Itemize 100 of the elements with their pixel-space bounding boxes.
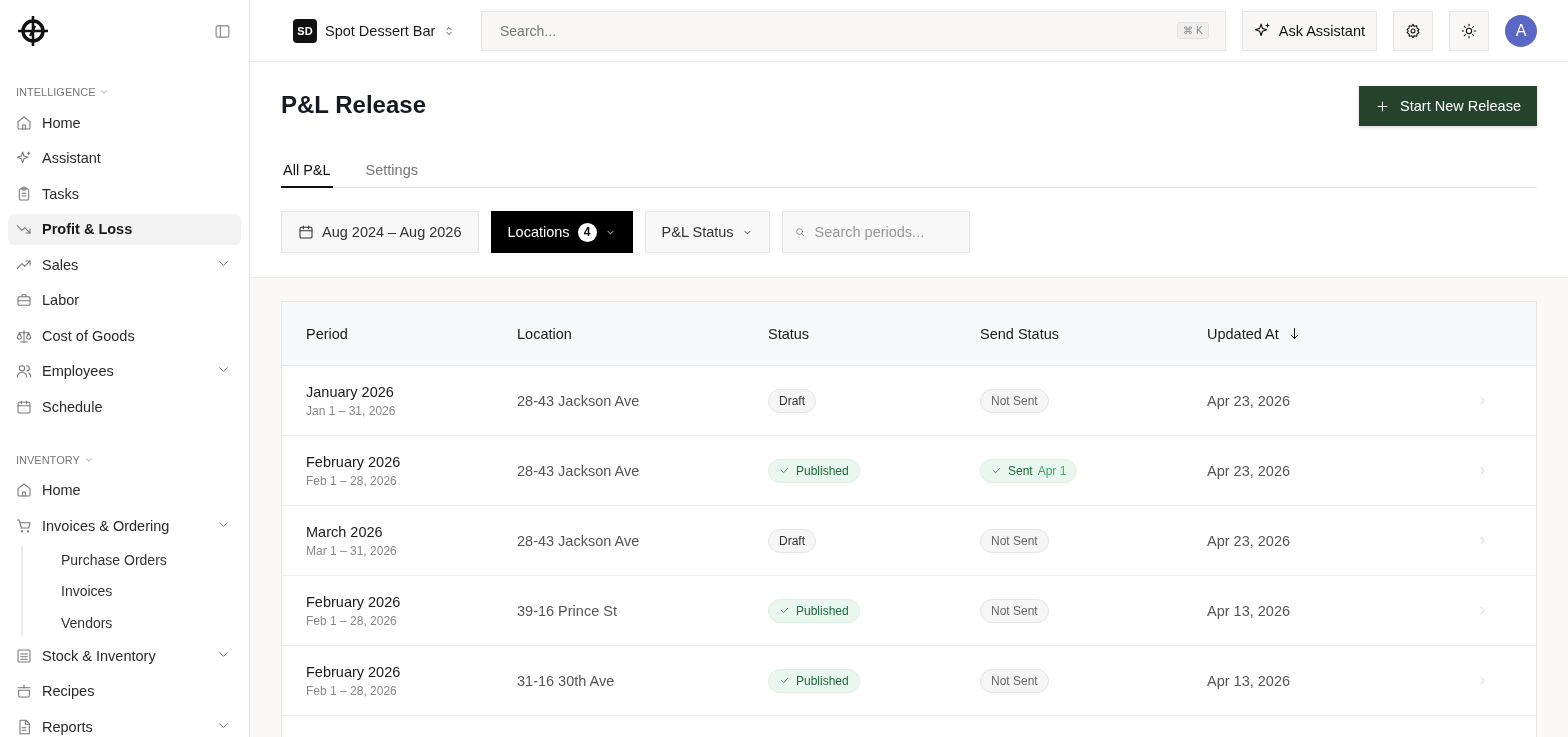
- tab[interactable]: Settings: [363, 153, 420, 188]
- period-name: February 2026: [306, 593, 402, 610]
- updated-at-cell-text: Apr 23, 2026: [1207, 392, 1292, 409]
- user-avatar[interactable]: A: [1505, 14, 1537, 47]
- chevron-down-icon: [99, 87, 110, 97]
- section-label: INTELLIGENCE: [16, 86, 96, 98]
- page-title: P&L Release: [281, 91, 426, 119]
- sidebar-item[interactable]: Assistant: [8, 142, 241, 174]
- updated-at-cell-text: Apr 13, 2026: [1207, 602, 1292, 619]
- table-row[interactable]: March 2026 Mar 1 – 31, 2026 28-43 Jackson Ave Draft Not Sent Apr 23, 2026: [282, 506, 1536, 576]
- sidebar-item[interactable]: Employees: [8, 355, 241, 387]
- calendar-icon: [298, 224, 314, 240]
- sidebar-item[interactable]: Cost of Goods: [8, 320, 241, 351]
- column-header[interactable]: Updated At: [1207, 325, 1279, 342]
- sidebar-subitem[interactable]: Invoices: [23, 577, 241, 604]
- sidebar-panel-icon: [214, 22, 231, 40]
- sidebar-subitem[interactable]: Purchase Orders: [23, 545, 241, 573]
- period-range: Feb 1 – 28, 2026: [306, 613, 398, 628]
- sidebar-item[interactable]: Stock & Inventory: [8, 640, 241, 671]
- sidebar-item[interactable]: Reports: [8, 711, 241, 737]
- sidebar-item[interactable]: Home: [8, 474, 241, 506]
- status-badge: Published: [768, 458, 860, 483]
- search-input[interactable]: Search...: [498, 21, 1178, 40]
- sidebar-item[interactable]: Recipes: [8, 675, 241, 707]
- calendar-icon: [16, 398, 32, 415]
- table-row[interactable]: February 2026 Feb 1 – 28, 2026 31-16 30th Ave Published Not Sent Apr 13, 2026: [282, 646, 1536, 716]
- sun-icon: [1461, 22, 1477, 39]
- period-search-field[interactable]: Search periods...: [781, 211, 970, 253]
- location-cell-text: 28-43 Jackson Ave: [517, 462, 641, 479]
- cart-icon: [16, 517, 32, 534]
- period-name: January 2026: [306, 383, 395, 400]
- updated-at-cell-text: Apr 23, 2026: [1207, 462, 1292, 479]
- updated-at-cell-text: Apr 13, 2026: [1207, 672, 1292, 689]
- sidebar-item[interactable]: Labor: [8, 284, 241, 316]
- column-header[interactable]: Location: [517, 325, 572, 342]
- section-label: INVENTORY: [16, 453, 80, 466]
- location-cell-text: 39-16 Prince St: [517, 602, 618, 619]
- column-header[interactable]: Send Status: [980, 325, 1059, 342]
- sent-date: Apr 1: [1037, 463, 1067, 478]
- sidebar-item[interactable]: Tasks: [8, 178, 241, 209]
- table-row[interactable]: February 2026 Feb 1 – 28, 2026 39-16 Prince St Published Not Sent Apr 13, 2026: [282, 576, 1536, 646]
- table-row[interactable]: February 2026 Feb 1 – 28, 2026 28-43 Jackson Ave Published Sent Apr 1 Apr 23, 2026: [282, 436, 1536, 506]
- plus-icon: [1375, 98, 1391, 114]
- house-icon: [16, 114, 32, 131]
- send-status-badge: Not Sent: [980, 668, 1049, 693]
- location-cell-text: 31-16 30th Ave: [517, 672, 616, 689]
- briefcase-icon: [16, 292, 32, 308]
- tab[interactable]: All P&L: [281, 153, 333, 188]
- location-cell-text: 28-43 Jackson Ave: [517, 392, 641, 409]
- check-icon: [779, 465, 790, 476]
- send-status-badge: Not Sent: [980, 528, 1049, 553]
- status-badge: Draft: [768, 528, 816, 553]
- status-badge: Published: [768, 598, 860, 623]
- sidebar-item[interactable]: Sales: [8, 249, 241, 280]
- check-icon: [991, 465, 1002, 476]
- check-icon: [779, 605, 790, 616]
- sidebar-item[interactable]: Schedule: [8, 391, 241, 422]
- period-name: February 2026: [306, 453, 402, 470]
- status-badge: Published: [768, 668, 860, 693]
- count-badge: 4: [577, 222, 597, 242]
- pot-icon: [16, 683, 32, 699]
- shortcut-hint: ⌘ K: [1177, 22, 1209, 39]
- organization-badge: SD: [293, 18, 317, 43]
- send-status-badge: Sent Apr 1: [980, 458, 1078, 483]
- period-range: Mar 1 – 31, 2026: [306, 543, 398, 558]
- period-name: March 2026: [306, 523, 384, 540]
- table-row[interactable]: January 2026 Jan 1 – 31, 2026 28-43 Jackson Ave Draft Not Sent Apr 23, 2026: [282, 366, 1536, 436]
- start-new-release-button[interactable]: Start New Release: [1359, 86, 1537, 126]
- scale-icon: [16, 327, 32, 344]
- sparkle-icon: [1253, 22, 1271, 39]
- column-header[interactable]: Period: [306, 325, 348, 342]
- sidebar-subitem[interactable]: Vendors: [23, 608, 241, 636]
- sidebar-item[interactable]: Invoices & Ordering: [8, 510, 241, 541]
- sidebar-toggle-button[interactable]: [214, 22, 231, 40]
- document-icon: [16, 718, 32, 735]
- clipboard-icon: [16, 185, 32, 202]
- status-badge: Draft: [768, 388, 816, 413]
- period-range: Jan 1 – 31, 2026: [306, 403, 397, 418]
- period-search-input[interactable]: Search periods...: [812, 223, 957, 241]
- settings-button[interactable]: [1393, 10, 1433, 51]
- users-icon: [16, 363, 32, 379]
- location-cell-text: 28-43 Jackson Ave: [517, 532, 641, 549]
- ask-assistant-button[interactable]: Ask Assistant: [1241, 10, 1377, 51]
- column-header[interactable]: Status: [768, 325, 810, 342]
- send-status-badge: Not Sent: [980, 388, 1049, 413]
- send-status-badge: Not Sent: [980, 598, 1049, 623]
- date-range-filter[interactable]: Aug 2024 – Aug 2026: [281, 211, 479, 253]
- crosshair-logo[interactable]: [16, 14, 50, 48]
- house-icon: [16, 482, 32, 498]
- sidebar-item[interactable]: Home: [8, 107, 241, 138]
- theme-toggle-button[interactable]: [1449, 10, 1489, 51]
- sparkle-icon: [16, 150, 32, 166]
- sidebar-item[interactable]: Profit & Loss: [8, 213, 241, 245]
- organization-switcher[interactable]: SD Spot Dessert Bar: [293, 18, 465, 43]
- updated-at-cell-text: Apr 23, 2026: [1207, 532, 1292, 549]
- period-name: February 2026: [306, 663, 402, 680]
- period-range: Feb 1 – 28, 2026: [306, 473, 398, 488]
- period-range: Feb 1 – 28, 2026: [306, 683, 398, 698]
- locations-filter[interactable]: Locations 4: [490, 211, 633, 253]
- status-filter[interactable]: P&L Status: [644, 211, 770, 253]
